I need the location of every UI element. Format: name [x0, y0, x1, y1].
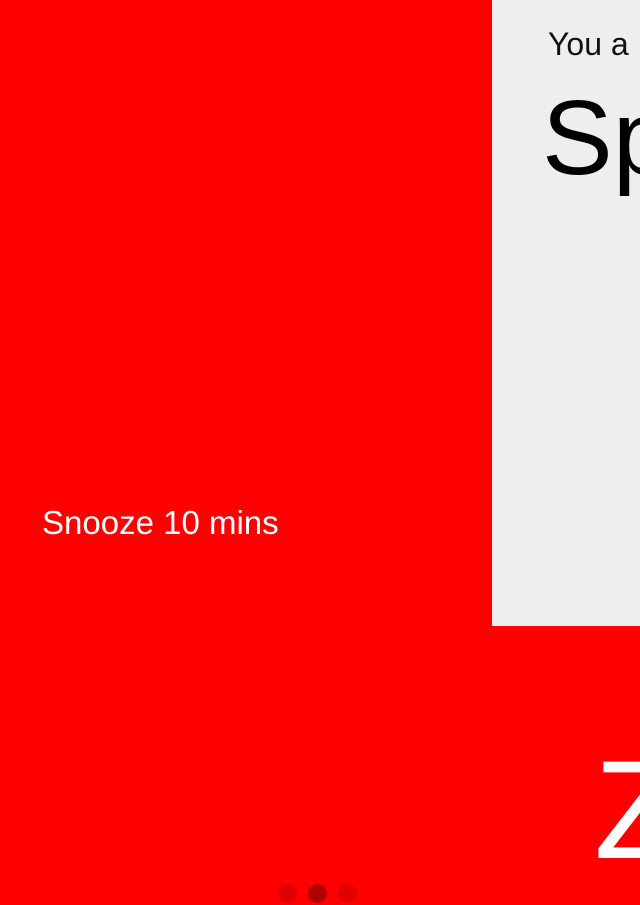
- alarm-info-card: You a Sp: [492, 0, 640, 626]
- alarm-screen: Snooze 10 mins You a Sp Z: [0, 0, 640, 905]
- page-dot-1[interactable]: [278, 883, 297, 903]
- page-dot-3[interactable]: [338, 883, 357, 903]
- alarm-title: Sp: [542, 79, 640, 197]
- alarm-subtitle: You a: [548, 26, 629, 62]
- page-dot-2-active[interactable]: [308, 883, 327, 903]
- next-panel-glyph: Z: [594, 731, 640, 888]
- page-indicator: [278, 883, 357, 903]
- snooze-label: Snooze 10 mins: [42, 504, 279, 541]
- snooze-button[interactable]: Snooze 10 mins: [0, 0, 492, 905]
